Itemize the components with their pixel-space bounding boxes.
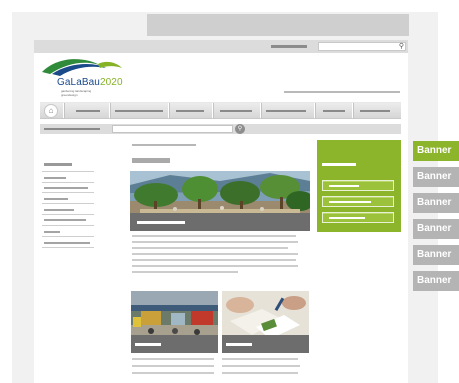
text-line <box>132 259 296 261</box>
nav-item-6[interactable] <box>323 110 345 112</box>
text-line <box>132 365 214 367</box>
text-line <box>132 235 296 237</box>
search-submit-icon[interactable]: ⚲ <box>235 124 245 134</box>
sidebar-divider <box>42 182 94 183</box>
nav-item-1[interactable] <box>76 110 100 112</box>
banner-2[interactable]: Banner <box>413 167 459 187</box>
banner-5[interactable]: Banner <box>413 245 459 265</box>
banner-6[interactable]: Banner <box>413 271 459 291</box>
nav-separator <box>260 103 261 118</box>
header-search-input[interactable] <box>318 42 406 51</box>
text-line <box>132 271 238 273</box>
banner-1[interactable]: Banner <box>413 141 459 161</box>
quicklink-button-2[interactable] <box>322 196 394 207</box>
text-line <box>222 358 298 360</box>
sidebar-item[interactable] <box>44 219 86 221</box>
sidebar-item[interactable] <box>44 242 90 244</box>
breadcrumb[interactable] <box>44 128 100 130</box>
browser-top-bar <box>147 14 409 36</box>
text-line <box>132 358 214 360</box>
header-right-placeholder <box>284 91 400 93</box>
quicklink-button-3[interactable] <box>322 212 394 223</box>
sidebar-item[interactable] <box>44 177 66 179</box>
nav-item-2[interactable] <box>115 110 163 112</box>
logo-wordmark[interactable]: GaLaBau2020 <box>57 77 123 88</box>
text-line <box>132 265 298 267</box>
sidebar-heading <box>44 163 72 166</box>
nav-item-7[interactable] <box>360 110 390 112</box>
sidebar-item[interactable] <box>44 231 60 233</box>
banner-3[interactable]: Banner <box>413 193 459 213</box>
nav-item-5[interactable] <box>266 110 306 112</box>
sidebar-divider <box>42 214 94 215</box>
page-title <box>132 158 170 163</box>
text-line <box>132 253 298 255</box>
nav-separator <box>109 103 110 118</box>
text-line <box>132 247 288 249</box>
teaser-caption-text-1 <box>135 343 161 346</box>
wireframe-canvas: ⚲ GaLaBau2020 gardening landscaping gree… <box>0 0 459 383</box>
nav-separator <box>212 103 213 118</box>
sidebar-divider <box>42 171 94 172</box>
nav-separator <box>168 103 169 118</box>
logo-name: GaLaBau <box>57 77 100 88</box>
sidebar-divider <box>42 203 94 204</box>
search-input[interactable] <box>112 125 233 133</box>
quicklink-label <box>329 201 371 203</box>
logo-year: 2020 <box>99 77 123 88</box>
quicklink-button-1[interactable] <box>322 180 394 191</box>
quicklinks-heading <box>322 163 356 166</box>
home-icon[interactable]: ⌂ <box>44 104 58 118</box>
quicklink-label <box>329 217 365 219</box>
header-meta-link[interactable] <box>271 45 307 48</box>
text-line <box>132 241 298 243</box>
nav-separator <box>314 103 315 118</box>
nav-separator <box>352 103 353 118</box>
text-line <box>132 372 214 374</box>
sidebar-item[interactable] <box>44 198 68 200</box>
nav-item-3[interactable] <box>176 110 204 112</box>
sidebar-item[interactable] <box>44 209 74 211</box>
sidebar-divider <box>42 192 94 193</box>
content-top-rule <box>132 144 196 146</box>
sidebar-divider <box>42 225 94 226</box>
logo-tagline: gardening landscaping greendesign <box>61 89 92 97</box>
sidebar-divider <box>42 236 94 237</box>
nav-separator <box>63 103 64 118</box>
text-line <box>222 365 300 367</box>
nav-item-4[interactable] <box>220 110 252 112</box>
sidebar-divider <box>42 247 94 248</box>
search-icon[interactable]: ⚲ <box>397 42 406 51</box>
hero-caption-text <box>137 221 185 224</box>
quicklink-label <box>329 185 359 187</box>
text-line <box>222 372 298 374</box>
sidebar-item[interactable] <box>44 187 88 189</box>
teaser-caption-text-2 <box>226 343 252 346</box>
banner-4[interactable]: Banner <box>413 219 459 239</box>
